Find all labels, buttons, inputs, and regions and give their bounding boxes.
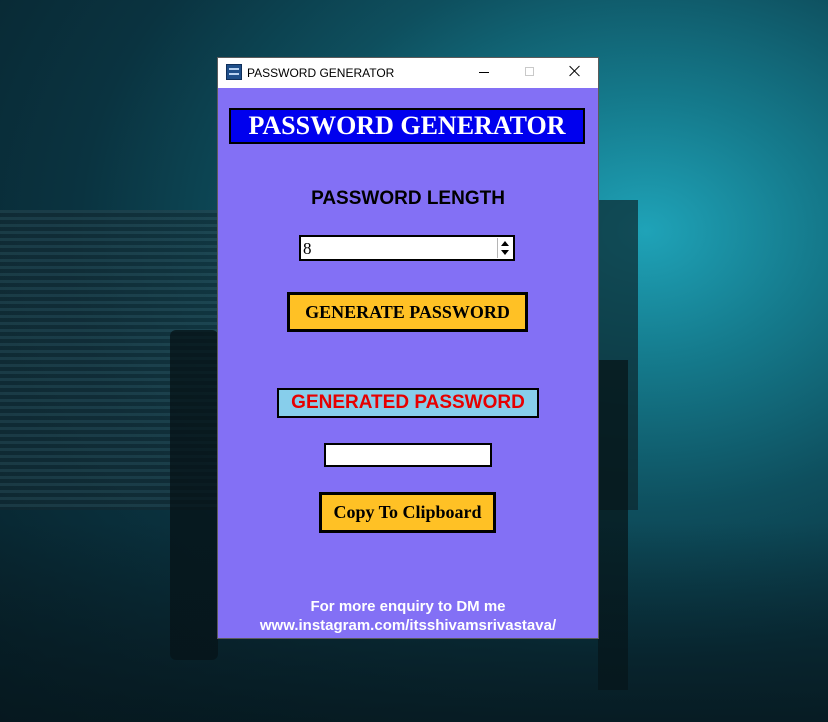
app-window: PASSWORD GENERATOR PASSWORD GENERATOR PA… [218,58,598,638]
window-title: PASSWORD GENERATOR [247,66,395,80]
close-icon [569,65,581,77]
spin-down-arrow-icon[interactable] [498,248,512,258]
minimize-icon [479,72,489,73]
close-button[interactable] [552,58,598,88]
maximize-icon [525,67,534,76]
copy-to-clipboard-button[interactable]: Copy To Clipboard [319,492,496,533]
generated-password-field[interactable] [324,443,492,467]
app-heading: PASSWORD GENERATOR [229,108,585,144]
password-length-value[interactable]: 8 [303,239,312,259]
footer-contact: For more enquiry to DM me www.instagram.… [218,597,598,635]
generated-password-label: GENERATED PASSWORD [277,388,539,418]
footer-line-enquiry: For more enquiry to DM me [310,598,506,615]
spin-up-arrow-icon[interactable] [498,238,512,248]
title-bar[interactable]: PASSWORD GENERATOR [218,58,598,88]
password-length-spinbox[interactable]: 8 [299,235,515,261]
minimize-button[interactable] [461,58,507,88]
password-length-label: PASSWORD LENGTH [311,188,505,209]
maximize-button[interactable] [507,58,553,88]
spinbox-arrows [497,238,512,258]
app-icon [226,64,242,80]
footer-line-instagram: www.instagram.com/itsshivamsrivastava/ [259,617,557,634]
generate-password-button[interactable]: GENERATE PASSWORD [287,292,528,332]
